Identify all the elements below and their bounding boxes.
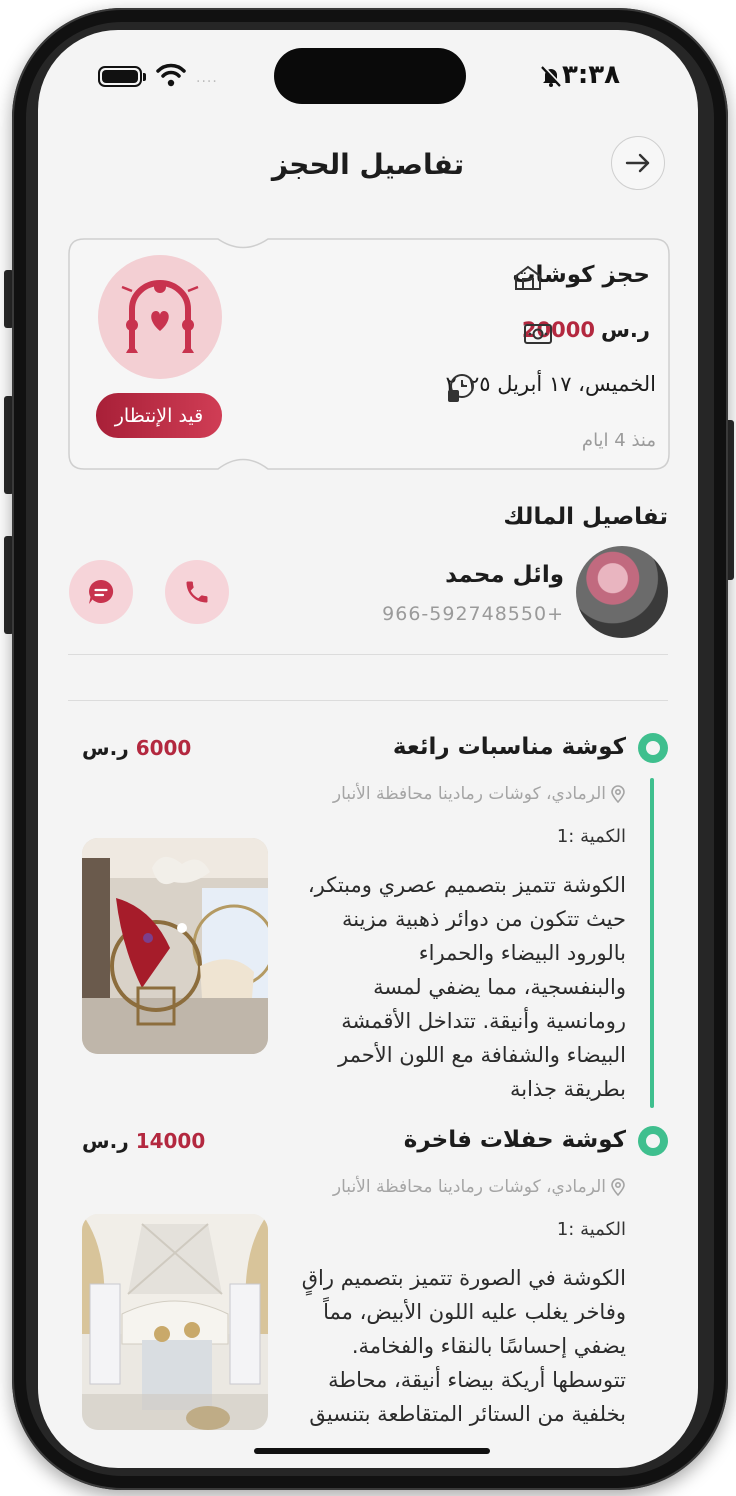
kosha-avatar	[98, 255, 222, 379]
description-line: يضفي إحساسًا بالنقاء والفخامة.	[351, 1334, 626, 1358]
wifi-icon	[156, 63, 186, 87]
item-location-text: الرمادي، كوشات رمادينا محافظة الأنبار	[332, 1177, 606, 1197]
item-price-currency: ر.س	[82, 1129, 129, 1153]
description-line: حيث تتكون من دوائر ذهبية مزينة	[342, 907, 626, 931]
location-pin-icon	[611, 1178, 625, 1196]
dynamic-island	[274, 48, 466, 104]
description-line: تتوسطها أريكة بيضاء أنيقة، محاطة	[328, 1368, 626, 1392]
item-location: الرمادي، كوشات رمادينا محافظة الأنبار	[333, 1177, 626, 1197]
back-button[interactable]	[611, 136, 665, 190]
item-photo[interactable]	[82, 838, 268, 1054]
item-price: 6000 ر.س	[82, 736, 191, 760]
bell-muted-icon	[541, 65, 563, 87]
description-line: الكوشة في الصورة تتميز بتصميم راقٍ	[301, 1266, 626, 1290]
call-button[interactable]	[165, 560, 229, 624]
owner-section-heading: تفاصيل المالك	[503, 504, 668, 530]
kosha-photo-2	[82, 1214, 268, 1430]
item-price: 14000 ر.س	[82, 1129, 205, 1153]
timeline-dot	[638, 1126, 668, 1156]
booking-price-row: ر.س 20000	[522, 318, 650, 344]
timeline-line	[650, 778, 654, 1108]
clock-calendar-icon	[448, 374, 475, 402]
description-line: بالورود البيضاء والحمراء	[418, 941, 626, 965]
description-line: والبنفسجية، مما يضفي لمسة	[373, 975, 626, 999]
booking-date-row: الخميس، ١٧ أبريل ٢٠٢٥	[445, 372, 656, 402]
item-photo[interactable]	[82, 1214, 268, 1430]
item-title: كوشة حفلات فاخرة	[403, 1127, 626, 1153]
divider	[68, 700, 668, 701]
chat-icon	[89, 579, 114, 604]
booking-time-ago: منذ 4 ايام	[581, 430, 656, 451]
owner-name: وائل محمد	[445, 562, 564, 588]
item-description: الكوشة في الصورة تتميز بتصميم راقٍ وفاخر…	[290, 1261, 626, 1431]
signal-indicator: ....	[196, 70, 218, 86]
description-line: رومانسية وأنيقة. تتداخل الأقمشة	[341, 1009, 626, 1033]
item-location-text: الرمادي، كوشات رمادينا محافظة الأنبار	[332, 784, 606, 804]
owner-avatar	[576, 546, 668, 638]
description-line: بخلفية من الستائر المتقاطعة بتنسيق	[309, 1402, 626, 1426]
wedding-arch-icon	[121, 280, 199, 353]
description-line: الكوشة تتميز بتصميم عصري ومبتكر،	[307, 873, 626, 897]
item-description: الكوشة تتميز بتصميم عصري ومبتكر، حيث تتك…	[290, 868, 626, 1106]
item-quantity: الكمية :1	[556, 826, 626, 847]
booking-title-row: حجز كوشات	[512, 262, 650, 290]
description-line: البيضاء والشفافة مع اللون الأحمر	[338, 1043, 626, 1067]
status-time: ٣:٣٨	[561, 60, 620, 90]
divider	[68, 654, 668, 655]
cash-icon	[523, 324, 552, 344]
timeline-dot	[638, 733, 668, 763]
item-price-value: 14000	[135, 1129, 206, 1153]
page-title: تفاصيل الحجز	[271, 148, 465, 181]
battery-icon	[98, 66, 146, 87]
item-location: الرمادي، كوشات رمادينا محافظة الأنبار	[333, 784, 626, 804]
chat-button[interactable]	[69, 560, 133, 624]
kosha-photo-1	[82, 838, 268, 1054]
item-title: كوشة مناسبات رائعة	[392, 734, 626, 760]
item-price-value: 6000	[135, 736, 192, 760]
house-icon	[515, 265, 542, 290]
phone-icon	[186, 581, 208, 603]
arrow-right-icon	[625, 153, 650, 173]
description-line: وفاخر يغلب عليه اللون الأبيض، مماً	[323, 1300, 626, 1324]
item-quantity: الكمية :1	[556, 1219, 626, 1240]
item-price-currency: ر.س	[82, 736, 129, 760]
status-badge: قيد الإنتظار	[96, 393, 222, 438]
app-screen: .... ٣:٣٨ تفاصيل الحجز حجز كوشات ر.س 200…	[38, 30, 698, 1468]
booking-price-currency: ر.س	[600, 318, 650, 342]
description-line: بطريقة جذابة	[509, 1077, 626, 1101]
home-indicator	[254, 1448, 490, 1454]
location-pin-icon	[611, 785, 625, 803]
owner-phone: 966-592748550+	[382, 603, 564, 625]
